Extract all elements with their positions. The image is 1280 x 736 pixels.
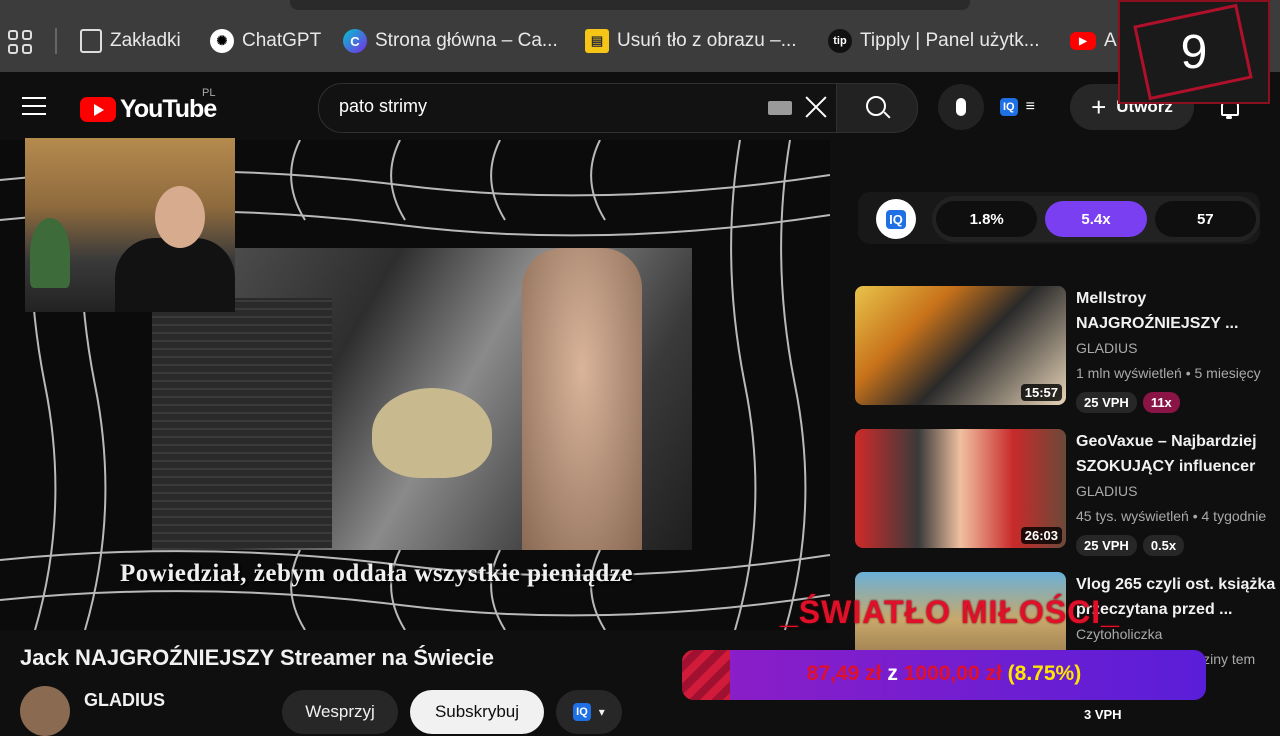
multiplier-badge: 11x	[1142, 392, 1180, 413]
bookmark-youtube[interactable]: ▶ A	[1070, 28, 1117, 54]
search-box[interactable]: pato strimy	[318, 83, 838, 133]
streamer-webcam	[25, 138, 235, 312]
canva-icon: C	[343, 29, 367, 53]
region-label: PL	[202, 87, 216, 99]
vidiq-extension-button[interactable]: IQ ≡	[1000, 88, 1058, 126]
vidiq-stats: 1.8% 5.4x 57	[932, 196, 1260, 242]
video-thumbnail[interactable]: 26:03	[855, 429, 1066, 548]
tipply-icon: tip	[828, 29, 852, 53]
list-icon: ≡	[1025, 98, 1035, 115]
recommendation-tags: 3 VPH	[1076, 704, 1130, 725]
bookmark-label: Tipply | Panel użytk...	[860, 30, 1040, 51]
recommendation-tags: 25 VPH 11x	[1076, 392, 1180, 413]
donation-percent: (8.75%)	[1007, 662, 1082, 685]
recommendation-channel[interactable]: GLADIUS	[1076, 340, 1137, 356]
hamburger-menu-icon[interactable]	[22, 97, 46, 115]
avatar[interactable]	[20, 686, 70, 736]
webcam-person-head	[155, 186, 205, 248]
voice-search-button[interactable]	[938, 84, 984, 130]
search-input[interactable]: pato strimy	[339, 96, 427, 117]
video-scene-person	[522, 248, 642, 550]
recommendation-channel[interactable]: GLADIUS	[1076, 483, 1137, 499]
bookmark-label: Strona główna – Ca...	[375, 30, 558, 51]
donation-amount: 87,49 zł	[806, 662, 882, 685]
youtube-logo[interactable]: YouTube PL	[80, 87, 217, 124]
divider	[55, 28, 57, 54]
stat-multiplier[interactable]: 5.4x	[1045, 201, 1147, 237]
search-icon[interactable]	[866, 96, 886, 116]
bookmark-label: Zakładki	[110, 30, 181, 51]
video-duration: 26:03	[1020, 527, 1062, 544]
bookmark-chatgpt[interactable]: ✺ ChatGPT	[210, 28, 321, 54]
donation-separator: z	[887, 662, 898, 685]
vph-badge: 3 VPH	[1076, 704, 1130, 725]
chevron-down-icon: ▾	[598, 705, 605, 719]
bookmark-canva[interactable]: C Strona główna – Ca...	[343, 28, 558, 54]
stat-score[interactable]: 57	[1154, 201, 1256, 237]
recommendation-meta: 45 tys. wyświetleń • 4 tygodnie	[1076, 508, 1267, 524]
bookmark-label: A	[1104, 30, 1117, 51]
subscribe-button[interactable]: Subskrybuj	[410, 690, 544, 734]
chatgpt-icon: ✺	[210, 29, 234, 53]
video-subtitle: Powiedział, żebym oddała wszystkie pieni…	[120, 560, 633, 587]
bookmark-label: ChatGPT	[242, 30, 322, 51]
list-item[interactable]: 15:57 Mellstroy NAJGROŹNIEJSZY ... GLADI…	[855, 286, 1280, 422]
youtube-play-icon	[80, 97, 116, 122]
bookmark-icon	[80, 29, 102, 53]
video-scene-door	[152, 298, 332, 548]
webcam-person-body	[115, 238, 235, 312]
donation-progress-text: 87,49 zł z 1000,00 zł (8.75%)	[682, 662, 1206, 686]
support-button[interactable]: Wesprzyj	[282, 690, 398, 734]
donation-goal: 1000,00 zł	[903, 662, 1002, 685]
logo-text: YouTube	[120, 95, 217, 123]
list-item[interactable]: 26:03 GeoVaxue – Najbardziej SZOKUJĄCY i…	[855, 429, 1280, 565]
microphone-icon	[956, 98, 966, 116]
vidiq-icon: IQ	[1000, 98, 1018, 116]
recommendation-title[interactable]: GeoVaxue – Najbardziej SZOKUJĄCY influen…	[1076, 429, 1280, 479]
vidiq-dropdown[interactable]: IQ ▾	[556, 690, 622, 734]
recommendation-meta: 1 mln wyświetleń • 5 miesięcy	[1076, 365, 1261, 381]
channel-name[interactable]: GLADIUS	[84, 690, 165, 711]
apps-icon[interactable]	[8, 30, 32, 54]
counter-value: 9	[1180, 25, 1208, 79]
bookmark-zakladki[interactable]: Zakładki	[80, 28, 181, 54]
donation-goal-title: _ŚWIATŁO MIŁOŚCI_	[780, 594, 1120, 630]
keyboard-icon[interactable]	[768, 101, 792, 115]
bookmark-tipply[interactable]: tip Tipply | Panel użytk...	[828, 28, 1040, 54]
recommendation-title[interactable]: Mellstroy NAJGROŹNIEJSZY ...	[1076, 286, 1280, 336]
vph-badge: 25 VPH	[1076, 392, 1137, 413]
stream-counter-overlay: 9	[1118, 0, 1270, 104]
youtube-icon: ▶	[1070, 32, 1096, 50]
clear-search-icon[interactable]	[804, 95, 828, 119]
video-scene-person	[372, 388, 492, 478]
webcam-plant	[30, 218, 70, 288]
video-thumbnail[interactable]: 15:57	[855, 286, 1066, 405]
bookmark-remove-bg[interactable]: ▤ Usuń tło z obrazu –...	[585, 28, 797, 54]
vph-badge: 25 VPH	[1076, 535, 1137, 556]
video-duration: 15:57	[1020, 384, 1062, 401]
bookmarks-bar: Zakładki ✺ ChatGPT C Strona główna – Ca.…	[0, 0, 1280, 72]
stat-engagement[interactable]: 1.8%	[936, 201, 1038, 237]
multiplier-badge: 0.5x	[1142, 535, 1185, 556]
vidiq-icon: IQ	[573, 703, 591, 721]
recommendation-tags: 25 VPH 0.5x	[1076, 535, 1185, 556]
bookmark-label: Usuń tło z obrazu –...	[617, 30, 797, 51]
tab-strip	[290, 0, 970, 10]
remove-bg-icon: ▤	[585, 29, 609, 53]
vidiq-logo-icon[interactable]: IQ	[876, 199, 916, 239]
video-title: Jack NAJGROŹNIEJSZY Streamer na Świecie	[20, 645, 495, 670]
plus-icon: +	[1091, 91, 1107, 122]
